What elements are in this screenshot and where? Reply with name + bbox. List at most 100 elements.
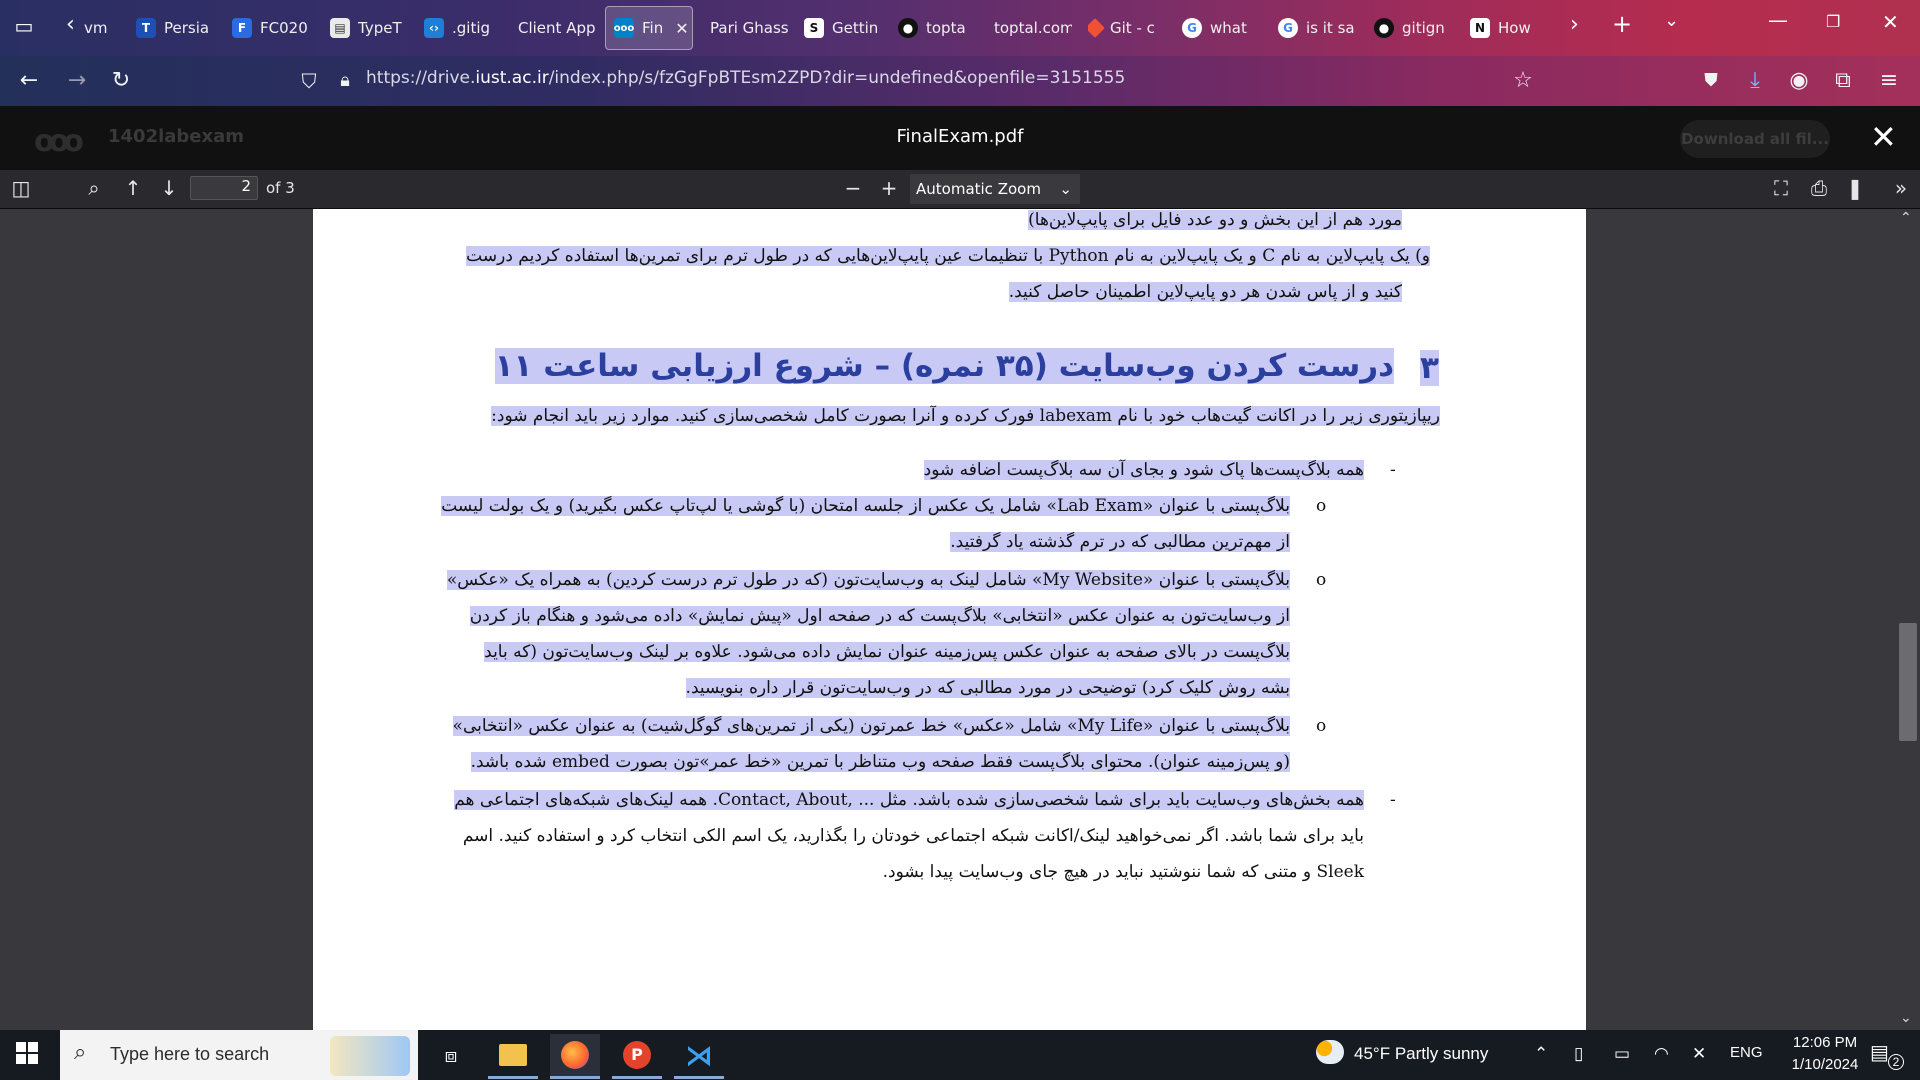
browser-tab[interactable]: Pari Ghass bbox=[710, 6, 788, 50]
wifi-icon[interactable]: ◠ bbox=[1654, 1044, 1669, 1064]
browser-tab[interactable]: T Persia bbox=[136, 6, 214, 50]
show-hidden-icons-icon[interactable]: ⌃ bbox=[1534, 1044, 1548, 1064]
clock-time[interactable]: 12:06 PM bbox=[1780, 1034, 1870, 1051]
clock-date[interactable]: 1/10/2024 bbox=[1780, 1056, 1870, 1073]
scroll-down-icon[interactable]: ⌄ bbox=[1900, 1010, 1912, 1026]
account-icon[interactable]: ◉ bbox=[1782, 66, 1816, 96]
browser-tab[interactable]: F FC020 bbox=[232, 6, 310, 50]
document-line: مورد هم از این بخش و دو عدد فایل برای پا… bbox=[1028, 210, 1402, 230]
zoom-out-icon[interactable]: − bbox=[838, 174, 868, 202]
document-line: کنید و از پاس شدن هر دو پایپ‌لاین اطمینا… bbox=[1008, 282, 1402, 302]
browser-tab[interactable]: Gis it sa bbox=[1278, 6, 1356, 50]
url-bar[interactable]: https://drive.iust.ac.ir/index.php/s/fzG… bbox=[366, 68, 1125, 88]
reload-icon[interactable]: ↻ bbox=[104, 66, 138, 96]
scroll-tabs-right-icon[interactable]: › bbox=[1570, 12, 1579, 37]
file-title: FinalExam.pdf bbox=[896, 126, 1024, 147]
list-all-tabs-icon[interactable]: ⌄ bbox=[1664, 10, 1679, 31]
next-page-icon[interactable]: ↓ bbox=[154, 174, 184, 202]
document-line: ریپازیتوری زیر را در اکانت گیت‌هاب خود ب… bbox=[491, 406, 1440, 426]
tab-list-icon[interactable]: ▭ bbox=[10, 14, 38, 40]
battery-icon[interactable]: ▭ bbox=[1614, 1044, 1630, 1064]
presentation-mode-icon[interactable]: ⛶ bbox=[1766, 174, 1796, 202]
github-icon: ● bbox=[1374, 18, 1394, 38]
pocket-icon[interactable]: ⛊ bbox=[1694, 66, 1728, 96]
menu-icon[interactable]: ≡ bbox=[1872, 66, 1906, 96]
github-icon: ● bbox=[898, 18, 918, 38]
search-highlight-icon bbox=[330, 1036, 410, 1076]
browser-tab[interactable]: N How bbox=[1470, 6, 1540, 50]
browser-tab[interactable]: S Gettin bbox=[804, 6, 882, 50]
close-viewer-icon[interactable]: ✕ bbox=[1870, 118, 1897, 156]
google-icon: G bbox=[1182, 18, 1202, 38]
volume-muted-icon[interactable]: ✕ bbox=[1692, 1044, 1706, 1064]
windows-start-icon[interactable] bbox=[16, 1042, 38, 1064]
postman-icon[interactable]: P bbox=[612, 1034, 662, 1079]
document-line: بلاگ‌پست در بالای صفحه به عنوان عکس پس‌ز… bbox=[484, 642, 1290, 662]
print-icon[interactable]: ⎙ bbox=[1804, 174, 1834, 202]
list-bullet: o bbox=[1316, 716, 1327, 736]
extensions-icon[interactable]: ⧉ bbox=[1826, 66, 1860, 96]
browser-tab[interactable]: ● gitign bbox=[1374, 6, 1452, 50]
browser-tab[interactable]: toptal.com bbox=[994, 6, 1072, 50]
firefox-icon[interactable] bbox=[550, 1034, 600, 1079]
forward-icon[interactable]: → bbox=[60, 66, 94, 96]
back-icon[interactable]: ← bbox=[12, 66, 46, 96]
close-window-icon[interactable]: ✕ bbox=[1882, 10, 1899, 34]
scrollbar[interactable] bbox=[1896, 209, 1920, 1030]
chevron-down-icon: ⌄ bbox=[1059, 180, 1072, 198]
weather-icon bbox=[1316, 1040, 1344, 1064]
download-all-button[interactable]: Download all fil... bbox=[1680, 120, 1830, 158]
scroll-up-icon[interactable]: ⌃ bbox=[1900, 210, 1912, 226]
google-icon: G bbox=[1278, 18, 1298, 38]
vscode-icon: ‹› bbox=[424, 18, 444, 38]
scroll-tabs-left-icon[interactable]: ‹ bbox=[66, 12, 75, 37]
document-line: باید برای شما باشد. اگر نمی‌خواهید لینک/… bbox=[462, 826, 1364, 846]
tools-icon[interactable]: » bbox=[1886, 174, 1916, 202]
close-tab-icon[interactable]: ✕ bbox=[675, 19, 688, 38]
notifications-icon[interactable]: ▤ bbox=[1870, 1040, 1889, 1065]
list-item: بلاگ‌پستی با عنوان «My Website» شامل لین… bbox=[446, 570, 1290, 590]
previous-page-icon[interactable]: ↑ bbox=[118, 174, 148, 202]
page-count: of 3 bbox=[266, 179, 295, 197]
page-number-input[interactable]: 2 bbox=[190, 176, 258, 200]
browser-tab[interactable]: Gwhat bbox=[1182, 6, 1260, 50]
zoom-select[interactable]: Automatic Zoom ⌄ bbox=[910, 174, 1080, 204]
bookmark-icon[interactable]: ❚ bbox=[1840, 174, 1870, 202]
list-bullet: o bbox=[1316, 496, 1327, 516]
lock-icon[interactable]: 🔒︎ bbox=[328, 66, 362, 96]
meet-now-icon[interactable]: ▯ bbox=[1574, 1044, 1583, 1064]
vscode-icon[interactable]: ⋊ bbox=[674, 1034, 724, 1079]
minimize-icon[interactable]: — bbox=[1768, 8, 1788, 32]
browser-tab[interactable]: Git - c bbox=[1088, 6, 1166, 50]
downloads-icon[interactable]: ⤓ bbox=[1738, 66, 1772, 96]
browser-tab[interactable]: vm bbox=[84, 6, 118, 50]
browser-tab[interactable]: ● topta bbox=[898, 6, 976, 50]
browser-tab[interactable]: ‹› .gitig bbox=[424, 6, 502, 50]
sidebar-toggle-icon[interactable]: ◫ bbox=[6, 174, 36, 202]
document-line: از وب‌سایت‌تون به عنوان عکس «انتخابی» بل… bbox=[469, 606, 1290, 626]
document-line: از مهم‌ترین مطالبی که در ترم گذشته یاد گ… bbox=[950, 532, 1290, 552]
list-bullet: o bbox=[1316, 570, 1327, 590]
git-icon bbox=[1088, 18, 1105, 38]
browser-tab[interactable]: ▤ TypeT bbox=[330, 6, 408, 50]
file-explorer-icon[interactable] bbox=[488, 1034, 538, 1079]
fc-icon: F bbox=[232, 18, 252, 38]
notion-icon: N bbox=[1470, 18, 1490, 38]
weather-text[interactable]: 45°F Partly sunny bbox=[1354, 1044, 1488, 1064]
tracking-shield-icon[interactable]: ⛉ bbox=[292, 66, 326, 96]
document-line: و) یک پایپ‌لاین به نام C و یک پایپ‌لاین … bbox=[466, 246, 1430, 266]
browser-tab-active[interactable]: ooo Fin ✕ bbox=[605, 6, 693, 50]
scrollbar-thumb[interactable] bbox=[1899, 623, 1917, 741]
s-icon: S bbox=[804, 18, 824, 38]
zoom-in-icon[interactable]: + bbox=[874, 174, 904, 202]
language-indicator[interactable]: ENG bbox=[1730, 1044, 1763, 1061]
list-item: بلاگ‌پستی با عنوان «Lab Exam» شامل یک عک… bbox=[441, 496, 1290, 516]
task-view-icon[interactable]: ⧈ bbox=[426, 1034, 476, 1076]
tf-icon: T bbox=[136, 18, 156, 38]
restore-icon[interactable]: ❐ bbox=[1826, 12, 1840, 31]
find-icon[interactable]: ⌕ bbox=[79, 174, 109, 202]
browser-tab[interactable]: Client App bbox=[518, 6, 596, 50]
bookmark-star-icon[interactable]: ☆ bbox=[1506, 66, 1540, 96]
new-tab-icon[interactable]: + bbox=[1612, 10, 1632, 38]
list-item: بلاگ‌پستی با عنوان «My Life» شامل «عکس» … bbox=[452, 716, 1290, 736]
